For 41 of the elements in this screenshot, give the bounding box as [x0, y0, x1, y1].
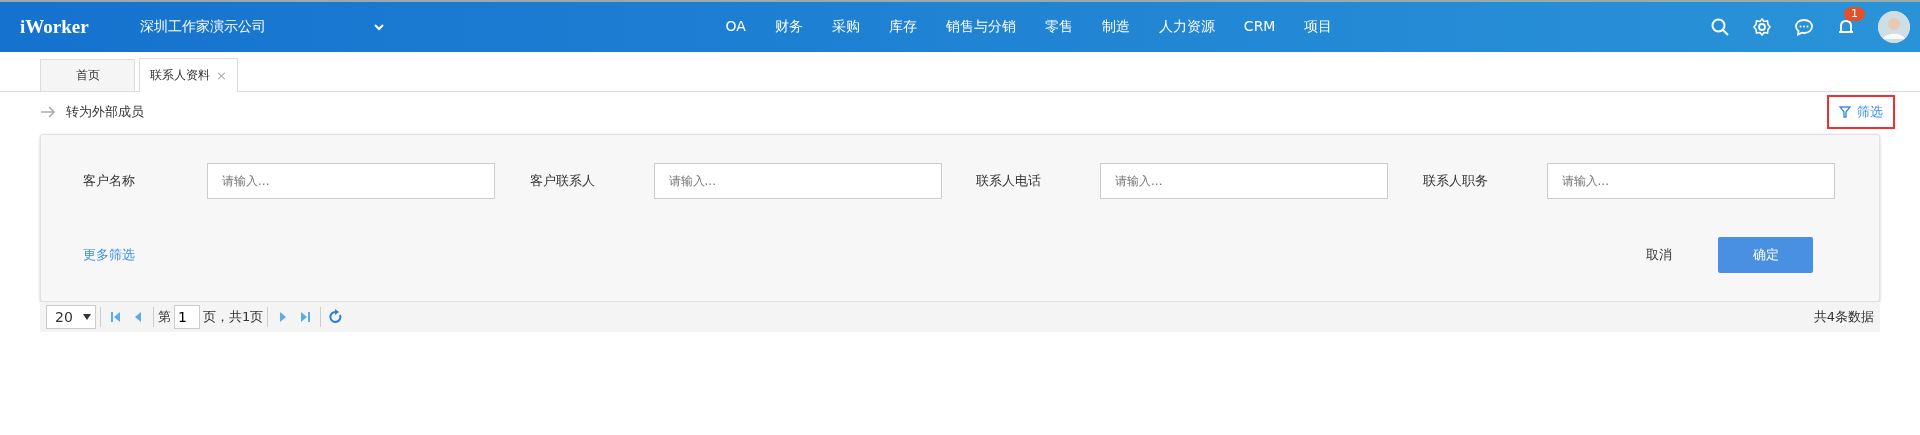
- close-icon[interactable]: ×: [216, 68, 227, 83]
- nav-item[interactable]: CRM: [1229, 18, 1290, 36]
- avatar[interactable]: [1878, 11, 1910, 43]
- nav-item[interactable]: 零售: [1030, 18, 1088, 36]
- page-input[interactable]: 1: [174, 305, 200, 329]
- company-name: 深圳工作家演示公司: [140, 18, 267, 36]
- arrow-right-icon[interactable]: [40, 106, 56, 118]
- nav-item[interactable]: 销售与分销: [931, 18, 1031, 36]
- page-label: 第: [158, 308, 171, 326]
- nav-item[interactable]: OA: [711, 18, 761, 36]
- logo[interactable]: iWorker: [20, 16, 120, 38]
- page-size-select[interactable]: 20: [46, 305, 96, 329]
- filter-icon: [1839, 106, 1851, 118]
- tab[interactable]: 联系人资料 ×: [139, 58, 238, 92]
- nav-item[interactable]: 人力资源: [1144, 18, 1230, 36]
- transfer-link[interactable]: 转为外部成员: [66, 103, 144, 121]
- nav-item[interactable]: 制造: [1087, 18, 1145, 36]
- settings-icon[interactable]: [1752, 17, 1772, 37]
- input-field[interactable]: 请输入...: [207, 163, 495, 199]
- input-field[interactable]: 请输入...: [1546, 163, 1835, 199]
- field-label: 客户名称: [83, 172, 136, 190]
- field-label: 客户联系人: [529, 172, 596, 190]
- notification-badge: 1: [1844, 7, 1865, 21]
- nav-item[interactable]: 库存: [874, 18, 932, 36]
- nav-item[interactable]: 财务: [760, 18, 818, 36]
- confirm-button[interactable]: 确定: [1718, 237, 1813, 273]
- page-count: 页，共1页: [203, 308, 264, 326]
- chat-icon[interactable]: [1794, 17, 1814, 37]
- input-field[interactable]: 请输入...: [1100, 163, 1388, 199]
- more-filters-link[interactable]: 更多筛选: [83, 246, 135, 264]
- filter-button[interactable]: 筛选: [1827, 95, 1895, 129]
- tab[interactable]: 首页: [40, 59, 135, 91]
- nav-item[interactable]: 项目: [1289, 18, 1347, 36]
- total-count: 共4条数据: [1813, 308, 1874, 326]
- cancel-button[interactable]: 取消: [1640, 245, 1678, 265]
- input-field[interactable]: 请输入...: [653, 163, 942, 199]
- field-label: 联系人电话: [976, 172, 1042, 190]
- nav-item[interactable]: 采购: [817, 18, 875, 36]
- field-label: 联系人职务: [1422, 172, 1489, 190]
- caret-icon: [83, 314, 91, 320]
- search-icon[interactable]: [1710, 17, 1730, 37]
